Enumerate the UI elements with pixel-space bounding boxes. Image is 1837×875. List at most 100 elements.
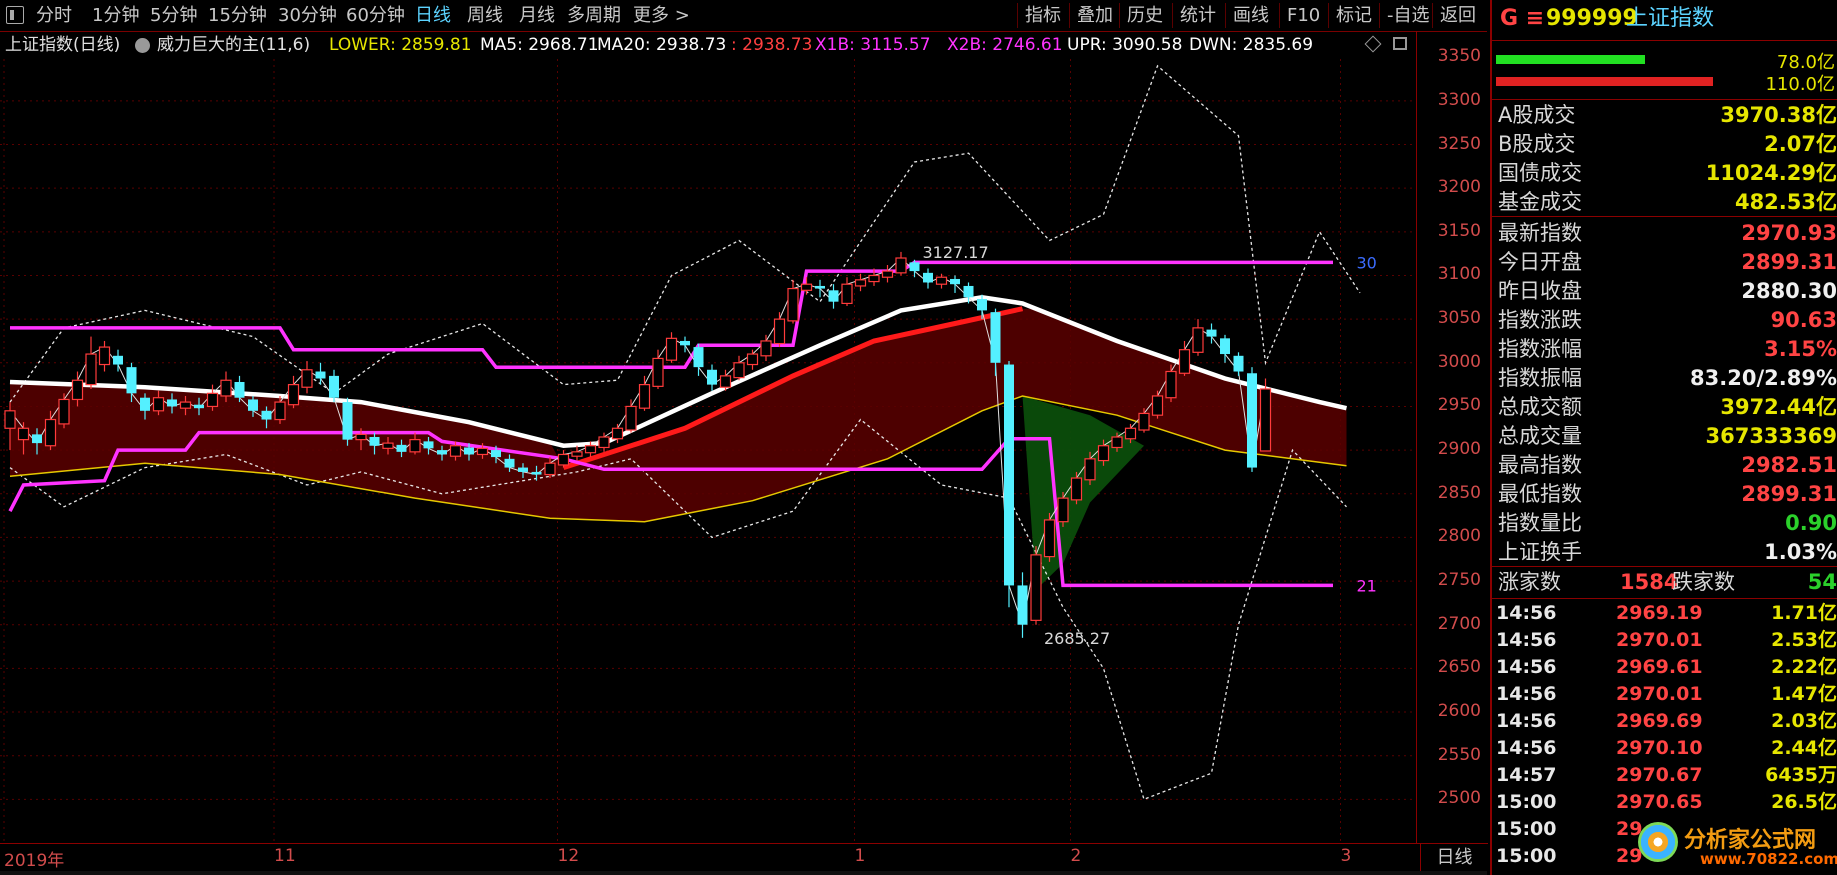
indicator-settings-icon[interactable] [135,38,150,53]
price-tick: 3350 [1437,46,1481,67]
down-value: 54 [1807,570,1837,594]
price-tick: 2900 [1437,439,1481,460]
tick-time: 14:56 [1496,629,1557,651]
tick-time: 14:56 [1496,737,1557,759]
candle [1247,367,1257,472]
quote-row: 最高指数 2982.51 [1492,451,1837,479]
period-tab-1[interactable]: 1分钟 [92,0,139,31]
period-tab-0[interactable]: 分时 [36,0,72,31]
period-tab-9[interactable]: 多周期 [567,0,621,31]
quote-row-value: 90.63 [1770,308,1837,332]
quote-row: 今日开盘 2899.31 [1492,248,1837,276]
candle [787,279,799,324]
candle [206,384,219,411]
tick-time: 14:57 [1496,764,1557,786]
quote-row-label: 指数量比 [1498,511,1582,535]
tick-time: 14:56 [1496,710,1557,732]
quote-row: 国债成交 11024.29亿 [1492,159,1837,187]
security-code: 999999 [1546,6,1638,31]
candle [733,355,745,381]
candle-body [1017,585,1028,625]
candle-body [787,287,799,322]
kline-chart[interactable]: 3127.17 2685.27 30 21 [0,59,1416,843]
candle [652,349,664,389]
ma5-value: MA5: 2968.71 [480,35,599,55]
period-tab-8[interactable]: 月线 [519,0,555,31]
candle-body [693,347,704,368]
candle [557,450,570,468]
candle [625,399,637,433]
candle-body [841,283,853,305]
candle [315,362,326,385]
candle [98,340,111,372]
period-tab-4[interactable]: 30分钟 [278,0,337,31]
quote-row-value: 83.20/2.89% [1690,366,1837,390]
flow-bar [1496,55,1646,64]
indicator-name[interactable]: 威力巨大的主(11,6) [157,31,310,59]
candle-body [815,285,825,289]
candle [665,332,678,363]
tool-button-8[interactable]: 返回 [1440,0,1476,31]
candle [760,334,772,362]
candle-body [531,471,542,475]
candle-body [409,439,421,453]
candle-body [923,272,933,283]
tick-vol: 1.47亿 [1771,683,1837,705]
candle-body [1057,497,1069,523]
candle-body [557,453,570,466]
price-tick: 3150 [1437,220,1481,241]
toolbar-separator [1328,3,1329,28]
quote-row-label: 今日开盘 [1498,250,1582,274]
period-tab-5[interactable]: 60分钟 [346,0,405,31]
period-tab-2[interactable]: 5分钟 [150,0,197,31]
candle [85,336,97,389]
tick-price: 2970.65 [1616,791,1703,813]
candle-body [382,442,394,449]
period-tab-7[interactable]: 周线 [467,0,503,31]
security-name: 上证指数 [1626,6,1715,31]
quote-row-label: 上证换手 [1498,540,1582,564]
candle-body [4,410,16,429]
candle-body [437,450,447,455]
candle-body [625,405,637,431]
price-tick: 2750 [1437,570,1481,591]
tool-button-3[interactable]: 统计 [1180,0,1216,31]
candle-body [990,312,1001,363]
tool-button-6[interactable]: 标记 [1336,0,1372,31]
candle-body [638,384,651,409]
window-icon[interactable] [1393,37,1407,50]
price-tick: 3250 [1437,133,1481,154]
quote-row: 指数涨跌 90.63 [1492,306,1837,334]
quote-row: 总成交量 367333369 [1492,422,1837,450]
tool-button-0[interactable]: 指标 [1025,0,1061,31]
candle-body [220,379,232,397]
tool-button-7[interactable]: -自选 [1387,0,1430,31]
tool-button-2[interactable]: 历史 [1127,0,1163,31]
period-tab-10[interactable]: 更多 > [633,0,690,31]
quote-row-value: 2880.30 [1741,279,1837,303]
price-tick: 2550 [1437,744,1481,765]
tick-time: 15:00 [1496,791,1557,813]
period-tab-6[interactable]: 日线 [415,0,451,31]
period-tab-3[interactable]: 15分钟 [208,0,267,31]
date-tick: 2 [1070,846,1082,866]
candle-body [828,290,839,302]
tool-button-5[interactable]: F10 [1287,0,1320,31]
diamond-icon[interactable] [1364,35,1382,53]
toolbar-menu-toggle[interactable] [6,6,24,24]
code-prefix[interactable]: G ≡ [1500,0,1544,38]
candle [680,336,690,353]
price-tick: 2500 [1437,788,1481,809]
toolbar-separator [1069,3,1070,28]
tool-button-4[interactable]: 画线 [1233,0,1269,31]
candle [1043,512,1056,562]
date-tick: 11 [274,846,296,866]
candle-body [504,458,515,468]
period-label[interactable]: 日线 [1420,843,1488,872]
candle [1017,572,1028,638]
quote-row-value: 2970.93 [1741,221,1837,245]
tool-button-1[interactable]: 叠加 [1077,0,1113,31]
quote-row-label: 基金成交 [1498,190,1582,214]
tick-row: 15:00 2970.65 26.5亿 [1492,789,1837,816]
tick-price: 2970.01 [1616,683,1703,705]
